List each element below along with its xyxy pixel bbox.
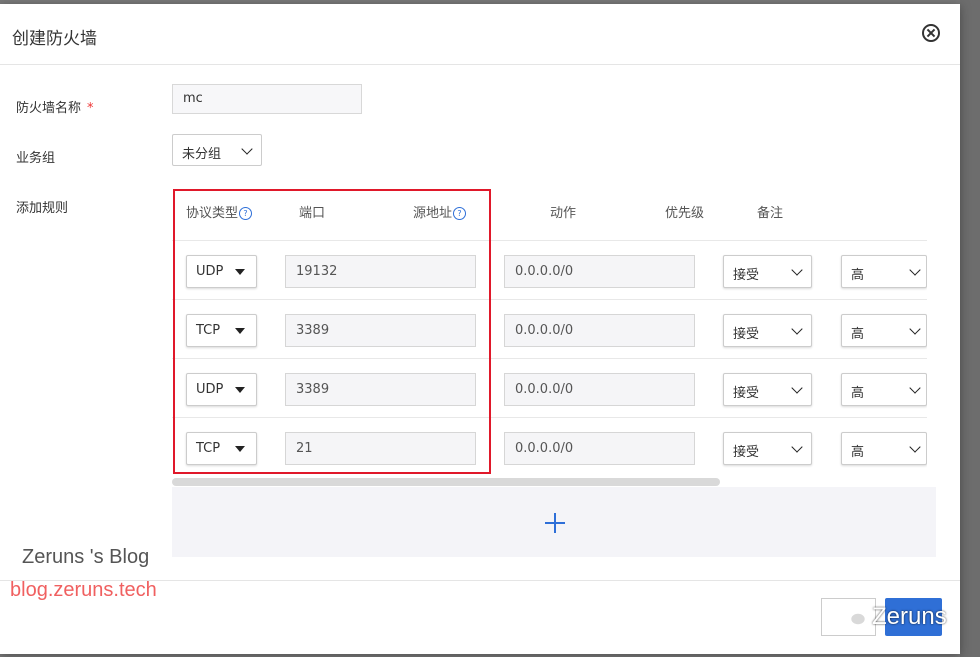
action-select[interactable]: 接受	[723, 255, 812, 288]
chevron-down-icon	[791, 323, 803, 335]
add-rules-label: 添加规则	[16, 201, 69, 216]
dialog-title: 创建防火墙	[12, 29, 97, 49]
watermark-blog-name: Zeruns 's Blog	[22, 546, 150, 568]
business-group-select[interactable]: 未分组	[172, 134, 262, 166]
horizontal-scrollbar[interactable]	[172, 478, 720, 486]
col-priority: 优先级	[665, 206, 705, 221]
priority-value: 高	[851, 268, 865, 283]
firewall-name-input[interactable]: mc	[172, 84, 362, 114]
priority-select[interactable]: 高	[841, 255, 927, 288]
chevron-down-icon	[241, 143, 253, 155]
source-address-input[interactable]: 0.0.0.0/0	[504, 373, 695, 406]
business-group-value: 未分组	[182, 147, 222, 162]
col-action: 动作	[550, 206, 577, 221]
annotation-highlight-box	[173, 189, 491, 474]
chevron-down-icon	[909, 264, 921, 276]
priority-value: 高	[851, 327, 865, 342]
chevron-down-icon	[909, 441, 921, 453]
close-icon[interactable]	[922, 24, 940, 42]
source-address-value: 0.0.0.0/0	[515, 441, 574, 456]
chevron-down-icon	[791, 382, 803, 394]
action-value: 接受	[733, 327, 760, 342]
source-address-value: 0.0.0.0/0	[515, 382, 574, 397]
firewall-name-value: mc	[183, 91, 203, 106]
priority-value: 高	[851, 445, 865, 460]
add-rule-button[interactable]	[172, 487, 936, 557]
firewall-name-label: 防火墙名称 *	[16, 101, 94, 116]
chevron-down-icon	[791, 441, 803, 453]
source-address-value: 0.0.0.0/0	[515, 323, 574, 338]
chevron-down-icon	[909, 382, 921, 394]
required-mark: *	[87, 101, 94, 116]
action-select[interactable]: 接受	[723, 373, 812, 406]
chevron-down-icon	[791, 264, 803, 276]
priority-select[interactable]: 高	[841, 314, 927, 347]
watermark-wechat-name: Zeruns	[872, 603, 947, 630]
action-select[interactable]: 接受	[723, 432, 812, 465]
priority-select[interactable]: 高	[841, 432, 927, 465]
action-value: 接受	[733, 268, 760, 283]
source-address-input[interactable]: 0.0.0.0/0	[504, 255, 695, 288]
priority-value: 高	[851, 386, 865, 401]
backdrop	[960, 0, 980, 657]
source-address-input[interactable]: 0.0.0.0/0	[504, 432, 695, 465]
dialog-header: 创建防火墙	[0, 4, 960, 65]
col-remark: 备注	[757, 206, 784, 221]
business-group-label: 业务组	[16, 151, 56, 166]
action-value: 接受	[733, 445, 760, 460]
watermark-blog-url: blog.zeruns.tech	[10, 579, 157, 601]
action-value: 接受	[733, 386, 760, 401]
priority-select[interactable]: 高	[841, 373, 927, 406]
source-address-value: 0.0.0.0/0	[515, 264, 574, 279]
wechat-icon	[841, 605, 867, 626]
action-select[interactable]: 接受	[723, 314, 812, 347]
chevron-down-icon	[909, 323, 921, 335]
source-address-input[interactable]: 0.0.0.0/0	[504, 314, 695, 347]
